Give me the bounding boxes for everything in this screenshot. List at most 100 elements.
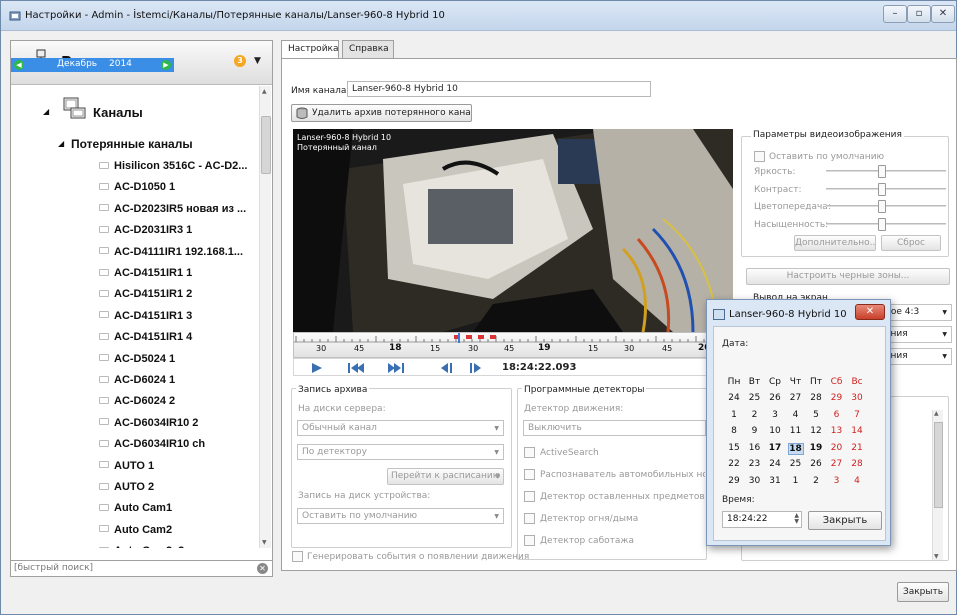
calendar-day[interactable]: 9 — [747, 426, 763, 436]
time-input[interactable]: 18:24:22 ▲ ▼ — [722, 511, 802, 528]
channel-name-input[interactable]: Lanser-960-8 Hybrid 10 — [347, 81, 651, 97]
time-spinner-icon[interactable]: ▲ ▼ — [794, 513, 799, 525]
color-slider[interactable] — [826, 200, 946, 213]
calendar-day[interactable]: 24 — [726, 393, 742, 403]
calendar-day[interactable]: 26 — [808, 459, 824, 469]
black-zones-button[interactable]: Настроить черные зоны... — [746, 268, 950, 285]
collapse-icon[interactable]: ◢ — [43, 107, 49, 116]
calendar-day[interactable]: 1 — [726, 410, 742, 420]
tree-channel-item[interactable]: AC-D6024 1 — [99, 374, 175, 386]
maximize-button[interactable]: ▫ — [907, 5, 931, 23]
archive-mode-combo[interactable]: Обычный канал ▼ — [297, 420, 504, 436]
tree-channel-item[interactable]: AC-D4111IR1 192.168.1... — [99, 246, 243, 258]
tree-channel-item[interactable]: AC-D1050 1 — [99, 181, 175, 193]
calendar-day[interactable]: 3 — [767, 410, 783, 420]
calendar-day[interactable]: 2 — [747, 410, 763, 420]
calendar-day[interactable]: 31 — [767, 476, 783, 486]
tree-channel-item[interactable]: AC-D4151IR1 4 — [99, 331, 192, 343]
timeline[interactable]: 30 45 18 15 30 45 19 15 30 45 20 — [293, 332, 733, 358]
tree-channel-item[interactable]: AC-D6034IR10 ch — [99, 438, 205, 450]
collapse-icon[interactable]: ◢ — [58, 139, 64, 148]
detector-checkbox[interactable] — [524, 469, 535, 480]
calendar-day[interactable]: 4 — [849, 476, 865, 486]
right-list-scrollbar[interactable]: ▲ ▼ — [932, 410, 943, 560]
calendar-day[interactable]: 16 — [747, 443, 763, 453]
quick-search-input[interactable]: [быстрый поиск] ✕ — [10, 560, 273, 577]
calendar-day[interactable]: 13 — [829, 426, 845, 436]
tree-root-channels[interactable]: Каналы — [93, 105, 143, 120]
clear-search-icon[interactable]: ✕ — [257, 563, 268, 574]
close-window-button[interactable]: ✕ — [931, 5, 955, 23]
saturation-slider[interactable] — [826, 218, 946, 231]
calendar-day[interactable]: 8 — [726, 426, 742, 436]
dropdown-arrow-icon[interactable]: ▼ — [254, 56, 261, 66]
brightness-slider[interactable] — [826, 165, 946, 178]
calendar-day[interactable]: 7 — [849, 410, 865, 420]
prev-month-icon[interactable]: ◀ — [14, 60, 24, 70]
tree-channel-item[interactable]: AC-D6024 2 — [99, 395, 175, 407]
calendar-day[interactable]: 19 — [808, 443, 824, 453]
calendar-day[interactable]: 10 — [767, 426, 783, 436]
tab-help[interactable]: Справка — [342, 40, 394, 58]
tree-channel-item[interactable]: AC-D6034IR10 2 — [99, 417, 198, 429]
tree-channel-item[interactable]: AUTO 1 — [99, 460, 154, 472]
calendar-day[interactable]: 25 — [788, 459, 804, 469]
calendar-year[interactable]: 2014 — [109, 59, 132, 69]
right-list-scroll-thumb[interactable] — [934, 422, 943, 508]
skip-to-start-icon[interactable] — [342, 362, 370, 374]
archive-trigger-combo[interactable]: По детектору ▼ — [297, 444, 504, 460]
reset-button[interactable]: Сброс — [881, 235, 941, 251]
calendar-day[interactable]: 2 — [808, 476, 824, 486]
tree-channel-item[interactable]: AC-D5024 1 — [99, 353, 175, 365]
tree-channel-item[interactable]: AC-D4151IR1 2 — [99, 288, 192, 300]
tree-channel-item[interactable]: AC-D4151IR1 3 — [99, 310, 192, 322]
detector-checkbox[interactable] — [524, 447, 535, 458]
detector-checkbox[interactable] — [524, 513, 535, 524]
calendar-day[interactable]: 29 — [726, 476, 742, 486]
footer-close-button[interactable]: Закрыть — [897, 582, 949, 602]
calendar-day[interactable]: 18 — [787, 442, 804, 455]
calendar-day[interactable]: 23 — [747, 459, 763, 469]
calendar-day[interactable]: 30 — [849, 393, 865, 403]
scroll-up-icon[interactable]: ▲ — [934, 410, 939, 417]
calendar-day[interactable]: 17 — [767, 443, 783, 453]
delete-archive-button[interactable]: Удалить архив потерянного канала — [291, 104, 472, 122]
schedule-button[interactable]: Перейти к расписанию ▼ — [387, 468, 504, 485]
scroll-down-icon[interactable]: ▼ — [934, 553, 939, 560]
play-icon[interactable] — [302, 362, 330, 374]
step-forward-icon[interactable] — [462, 362, 490, 374]
calendar-day[interactable]: 22 — [726, 459, 742, 469]
tree-scrollbar[interactable]: ▲ ▼ — [259, 86, 271, 548]
calendar-day[interactable]: 6 — [829, 410, 845, 420]
scroll-down-icon[interactable]: ▼ — [262, 539, 267, 546]
calendar-day[interactable]: 5 — [808, 410, 824, 420]
calendar-day[interactable]: 21 — [849, 443, 865, 453]
skip-to-end-icon[interactable] — [382, 362, 410, 374]
detector-checkbox[interactable] — [524, 491, 535, 502]
calendar-day[interactable]: 29 — [829, 393, 845, 403]
tree-channel-item[interactable]: Auto Cam2_2 — [99, 545, 184, 548]
calendar-day[interactable]: 25 — [747, 393, 763, 403]
tree-channel-item[interactable]: AUTO 2 — [99, 481, 154, 493]
tree-channel-item[interactable]: Auto Cam2 — [99, 524, 172, 536]
tree-channel-item[interactable]: AC-D2031IR3 1 — [99, 224, 192, 236]
calendar-close-button[interactable]: Закрыть — [808, 511, 882, 530]
calendar-day[interactable]: 15 — [726, 443, 742, 453]
step-back-icon[interactable] — [432, 362, 460, 374]
calendar-day[interactable]: 27 — [788, 393, 804, 403]
default-checkbox[interactable] — [754, 151, 765, 162]
calendar-day[interactable]: 3 — [829, 476, 845, 486]
detector-checkbox[interactable] — [524, 535, 535, 546]
tree-channel-item[interactable]: AC-D2023IR5 новая из ... — [99, 203, 246, 215]
motion-detector-combo[interactable]: Выключить — [523, 420, 706, 436]
video-preview[interactable]: Lanser-960-8 Hybrid 10 Потерянный канал — [293, 129, 733, 332]
calendar-day[interactable]: 30 — [747, 476, 763, 486]
calendar-day[interactable]: 28 — [849, 459, 865, 469]
calendar-day[interactable]: 14 — [849, 426, 865, 436]
calendar-day[interactable]: 12 — [808, 426, 824, 436]
next-month-icon[interactable]: ▶ — [161, 60, 171, 70]
tree-channel-item[interactable]: Hisilicon 3516C - AC-D2... — [99, 160, 247, 172]
calendar-day[interactable]: 24 — [767, 459, 783, 469]
calendar-day[interactable]: 28 — [808, 393, 824, 403]
device-disk-combo[interactable]: Оставить по умолчанию ▼ — [297, 508, 504, 524]
